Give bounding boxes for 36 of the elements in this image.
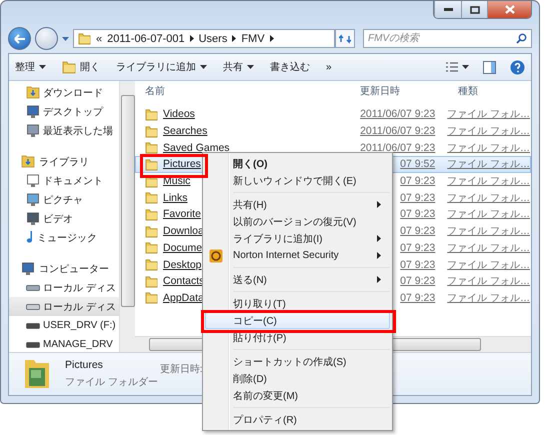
type-cell-text: ファイル フォル… — [447, 108, 530, 122]
date-cell: 2011/06/07 9:23 — [360, 108, 436, 120]
type-cell-text: ファイル フォル… — [447, 175, 530, 188]
type-cell-text: ファイル フォル… — [447, 125, 530, 138]
date-cell: 07 9:23 — [400, 175, 436, 188]
date-cell: 07 9:23 — [400, 208, 436, 220]
file-name: Searches — [163, 125, 208, 138]
file-name: AppData — [163, 292, 204, 304]
type-cell-text: ファイル フォル… — [447, 242, 530, 255]
details-type: ファイル フォルダー — [65, 376, 158, 389]
file-name: Videos — [163, 108, 195, 120]
date-cell: 07 9:52 — [400, 158, 436, 170]
file-name: Pictures — [163, 158, 201, 170]
date-cell: 2011/06/07 9:23 — [360, 125, 436, 138]
type-cell-text: ファイル フォル… — [447, 192, 530, 205]
details-label: 更新日時: — [160, 362, 203, 376]
details-name: Pictures — [65, 359, 104, 371]
date-cell: 07 9:23 — [400, 258, 436, 271]
type-cell-text: ファイル フォル… — [447, 292, 530, 305]
file-name: Links — [163, 192, 188, 204]
file-name: Docume — [163, 242, 202, 254]
date-cell: 07 9:23 — [400, 225, 436, 238]
date-cell: 07 9:23 — [400, 275, 436, 288]
file-name: Desktop — [163, 258, 202, 271]
type-cell-text: ファイル フォル… — [447, 225, 530, 238]
file-name: Favorite — [163, 208, 201, 220]
date-cell: 07 9:23 — [400, 242, 436, 254]
type-cell-text: ファイル フォル… — [447, 158, 530, 172]
type-cell-text: ファイル フォル… — [447, 208, 530, 222]
type-cell-text: ファイル フォル… — [447, 258, 530, 272]
date-cell: 07 9:23 — [400, 192, 436, 204]
date-cell: 2011/06/07 9:23 — [360, 142, 436, 154]
type-cell-text: ファイル フォル… — [447, 142, 530, 155]
type-cell-text: ファイル フォル… — [447, 275, 530, 288]
file-name: Saved Games — [163, 142, 230, 154]
date-cell: 07 9:23 — [400, 292, 436, 304]
